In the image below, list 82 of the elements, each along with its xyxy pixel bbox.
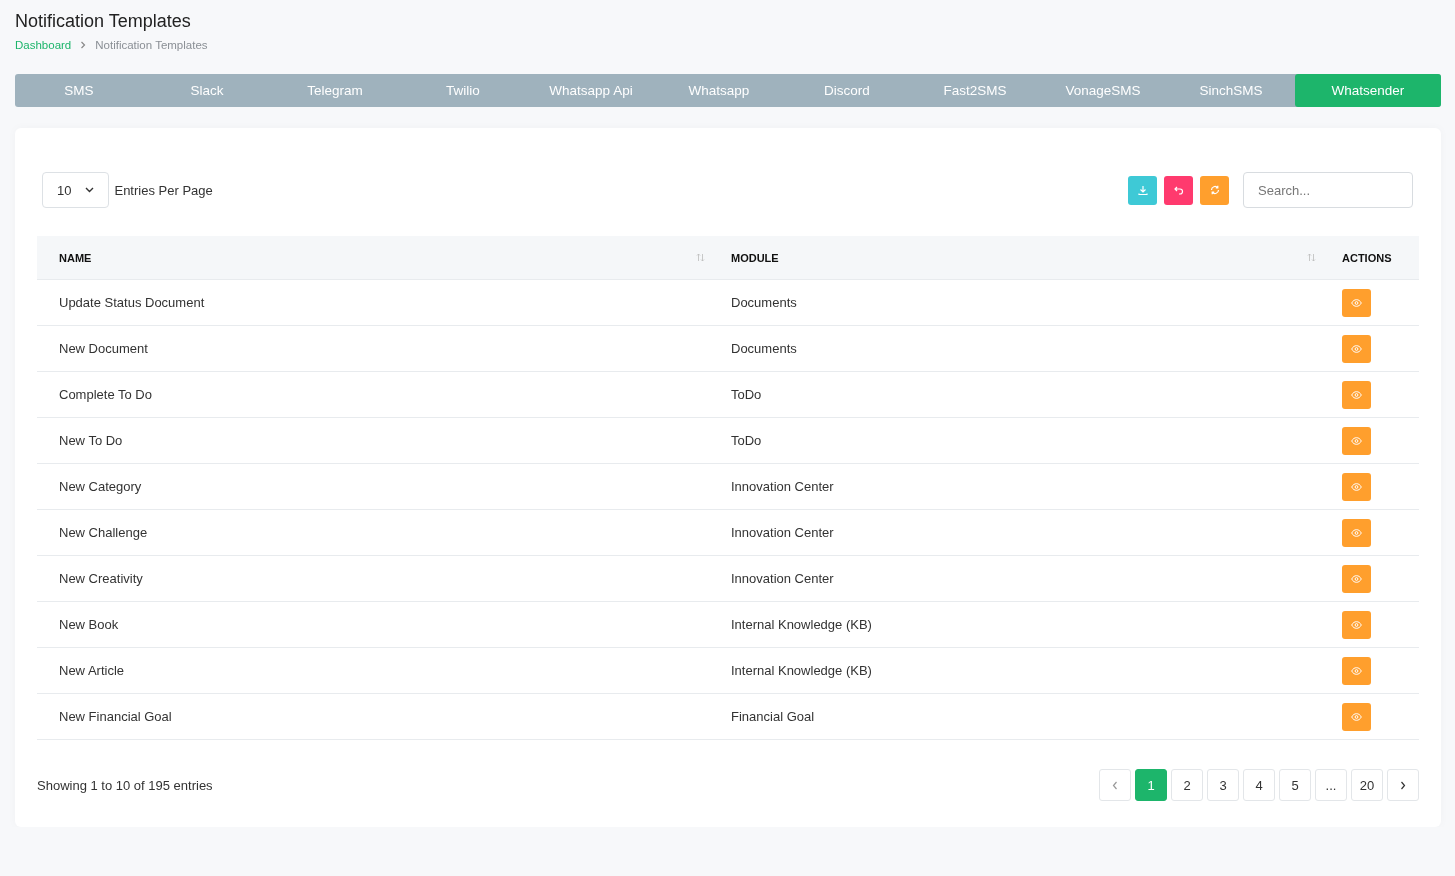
- eye-icon: [1351, 620, 1362, 629]
- entries-summary: Showing 1 to 10 of 195 entries: [37, 777, 213, 793]
- module-cell: ToDo: [731, 433, 762, 448]
- name-cell: New Book: [59, 617, 119, 632]
- module-cell: Internal Knowledge (KB): [731, 617, 872, 632]
- module-cell: Documents: [731, 341, 797, 356]
- chevron-right-icon: [79, 41, 88, 49]
- name-cell: New To Do: [59, 433, 123, 448]
- tab[interactable]: Fast2SMS: [911, 74, 1039, 107]
- eye-icon: [1351, 390, 1362, 399]
- view-button[interactable]: [1342, 702, 1371, 731]
- breadcrumb-current: Notification Templates: [95, 39, 208, 51]
- refresh-button[interactable]: [1200, 175, 1229, 205]
- view-button[interactable]: [1342, 564, 1371, 593]
- tab[interactable]: VonageSMS: [1039, 74, 1167, 107]
- eye-icon: [1351, 528, 1362, 537]
- name-cell: New Article: [59, 663, 125, 678]
- undo-icon: [1172, 184, 1185, 196]
- page-button[interactable]: 4: [1243, 769, 1275, 801]
- name-cell: New Challenge: [59, 525, 148, 540]
- download-button[interactable]: [1128, 175, 1157, 205]
- refresh-icon: [1208, 184, 1221, 196]
- tab[interactable]: Whatsapp Api: [527, 74, 655, 107]
- module-cell: Innovation Center: [731, 525, 834, 540]
- tab[interactable]: SMS: [15, 74, 143, 107]
- view-button[interactable]: [1342, 656, 1371, 685]
- previous-page-button[interactable]: [1099, 769, 1131, 801]
- page-button[interactable]: ...: [1315, 769, 1347, 801]
- eye-icon: [1351, 666, 1362, 675]
- tab[interactable]: Telegram: [271, 74, 399, 107]
- page-button[interactable]: 5: [1279, 769, 1311, 801]
- eye-icon: [1351, 344, 1362, 353]
- view-button[interactable]: [1342, 426, 1371, 455]
- view-button[interactable]: [1342, 472, 1371, 501]
- column-header[interactable]: NAME: [37, 236, 709, 280]
- search-field[interactable]: Search...: [1243, 172, 1413, 208]
- sort-icon[interactable]: [1307, 253, 1316, 262]
- view-button[interactable]: [1342, 518, 1371, 547]
- download-icon: [1136, 184, 1149, 196]
- chevron-right-icon: [1400, 780, 1406, 790]
- eye-icon: [1351, 298, 1362, 307]
- name-cell: New Document: [59, 341, 148, 356]
- module-cell: Financial Goal: [731, 709, 815, 724]
- name-cell: Update Status Document: [59, 295, 205, 310]
- module-cell: Documents: [731, 295, 797, 310]
- page-button[interactable]: 20: [1351, 769, 1383, 801]
- next-page-button[interactable]: [1387, 769, 1419, 801]
- tab[interactable]: Twilio: [399, 74, 527, 107]
- tab[interactable]: Whatsender: [1295, 74, 1441, 107]
- eye-icon: [1351, 574, 1362, 583]
- module-cell: Innovation Center: [731, 571, 834, 586]
- eye-icon: [1351, 482, 1362, 491]
- name-cell: Complete To Do: [59, 387, 152, 402]
- name-cell: New Financial Goal: [59, 709, 172, 724]
- page-title: Notification Templates: [15, 10, 192, 32]
- sort-icon[interactable]: [696, 253, 705, 262]
- view-button[interactable]: [1342, 380, 1371, 409]
- view-button[interactable]: [1342, 334, 1371, 363]
- breadcrumb-link[interactable]: Dashboard: [15, 39, 72, 51]
- page-button[interactable]: 3: [1207, 769, 1239, 801]
- tab[interactable]: Whatsapp: [655, 74, 783, 107]
- eye-icon: [1351, 712, 1362, 721]
- module-cell: Internal Knowledge (KB): [731, 663, 872, 678]
- eye-icon: [1351, 436, 1362, 445]
- undo-button[interactable]: [1164, 175, 1193, 205]
- view-button[interactable]: [1342, 610, 1371, 639]
- view-button[interactable]: [1342, 288, 1371, 317]
- tab[interactable]: Discord: [783, 74, 911, 107]
- name-cell: New Creativity: [59, 571, 143, 586]
- page-button[interactable]: 2: [1171, 769, 1203, 801]
- tab[interactable]: SinchSMS: [1167, 74, 1295, 107]
- module-cell: Innovation Center: [731, 479, 834, 494]
- chevron-down-icon: [85, 187, 95, 193]
- column-header: ACTIONS: [1320, 236, 1419, 280]
- page-button[interactable]: 1: [1135, 769, 1167, 801]
- column-header[interactable]: MODULE: [709, 236, 1320, 280]
- module-cell: ToDo: [731, 387, 762, 402]
- chevron-left-icon: [1112, 780, 1118, 790]
- entries-label: Entries Per Page: [114, 182, 213, 198]
- tab[interactable]: Slack: [143, 74, 271, 107]
- name-cell: New Category: [59, 479, 142, 494]
- entries-dropdown[interactable]: 10: [42, 172, 110, 208]
